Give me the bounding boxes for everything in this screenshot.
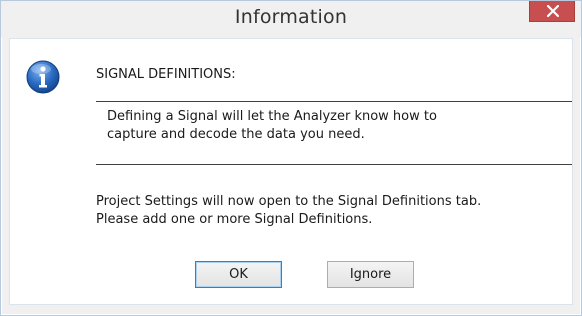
title-bar[interactable]: Information: [1, 1, 581, 37]
information-dialog: Information SIGNAL DEFINITIONS: Defining…: [0, 0, 582, 316]
detail-line: Defining a Signal will let the Analyzer …: [107, 109, 437, 124]
note-text: Project Settings will now open to the Si…: [96, 193, 481, 229]
note-line: Project Settings will now open to the Si…: [96, 194, 482, 209]
detail-text: Defining a Signal will let the Analyzer …: [107, 108, 437, 144]
window-title: Information: [234, 6, 348, 28]
info-icon: [26, 60, 60, 94]
close-button[interactable]: [529, 1, 575, 22]
message-heading: SIGNAL DEFINITIONS:: [96, 67, 236, 82]
divider-bottom: [96, 164, 572, 165]
ignore-button[interactable]: Ignore: [327, 261, 414, 288]
close-icon: [547, 5, 559, 17]
divider-top: [96, 101, 572, 102]
dialog-content: SIGNAL DEFINITIONS: Defining a Signal wi…: [9, 38, 573, 305]
detail-line: capture and decode the data you need.: [107, 127, 365, 142]
ok-button[interactable]: OK: [195, 261, 282, 288]
note-line: Please add one or more Signal Definition…: [96, 212, 373, 227]
